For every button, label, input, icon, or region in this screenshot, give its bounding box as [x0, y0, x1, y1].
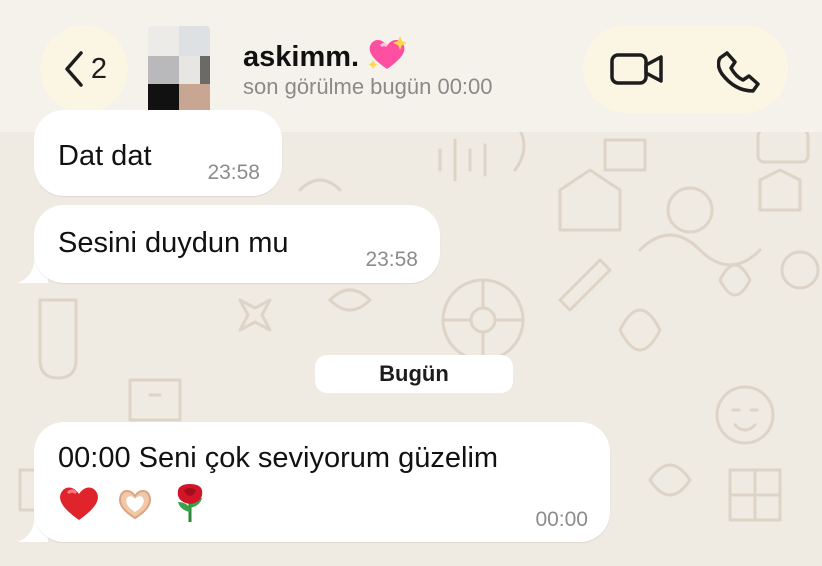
message-bubble[interactable]: Dat dat 23:58: [34, 110, 282, 196]
message-time: 23:58: [207, 161, 260, 184]
heart-hands-icon: [119, 490, 151, 520]
message-bubble[interactable]: 00:00 Seni çok seviyorum güzelim 00:00: [34, 422, 610, 542]
video-camera-icon[interactable]: [609, 49, 665, 89]
contact-name[interactable]: askimm.: [243, 36, 408, 74]
red-heart-icon: [60, 487, 98, 520]
call-actions: [583, 25, 788, 113]
message-bubble[interactable]: Sesini duydun mu 23:58: [34, 205, 440, 283]
message-time: 00:00: [535, 508, 588, 531]
date-divider: Bugün: [315, 355, 513, 393]
phone-icon[interactable]: [717, 49, 761, 93]
message-text: Dat dat: [58, 140, 152, 172]
message-time: 23:58: [365, 248, 418, 271]
emoji-row: [58, 482, 210, 524]
rose-icon: [177, 484, 203, 522]
last-seen-status: son görülme bugün 00:00: [243, 74, 493, 99]
message-text: 00:00 Seni çok seviyorum güzelim: [58, 442, 499, 474]
unread-count: 2: [90, 52, 108, 85]
message-text: Sesini duydun mu: [58, 227, 289, 259]
sparkling-heart-icon: [368, 36, 408, 69]
avatar[interactable]: [148, 26, 210, 114]
chevron-left-icon: [65, 51, 83, 87]
back-button[interactable]: 2: [40, 25, 128, 113]
